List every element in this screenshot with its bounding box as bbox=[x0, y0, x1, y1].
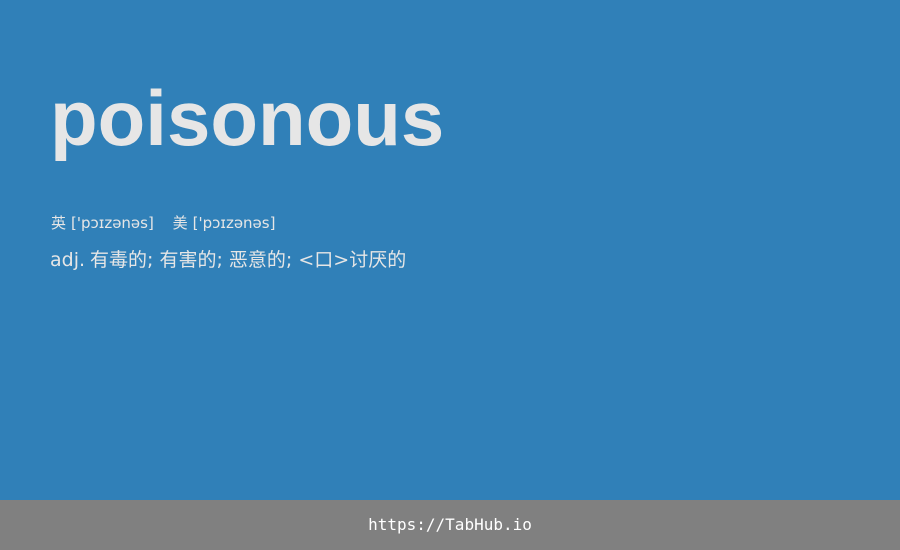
part-of-speech: adj. bbox=[50, 249, 86, 271]
main-panel: poisonous 英 ['pɔɪzənəs] 美 ['pɔɪzənəs] adj.… bbox=[0, 0, 900, 500]
phonetic-uk-ipa: ['pɔɪzənəs] bbox=[71, 214, 154, 232]
phonetic-us-ipa: ['pɔɪzənəs] bbox=[192, 214, 276, 232]
definition-meaning: 有毒的; 有害的; 恶意的; <口>讨厌的 bbox=[90, 249, 407, 271]
phonetic-uk-region: 英 bbox=[51, 214, 67, 232]
phonetic-uk: 英 ['pɔɪzənəs] bbox=[51, 212, 154, 234]
phonetic-us-region: 美 bbox=[172, 214, 188, 232]
headword: poisonous bbox=[50, 74, 445, 162]
definition-line: adj. 有毒的; 有害的; 恶意的; <口>讨厌的 bbox=[50, 247, 406, 273]
tabhub-link[interactable]: https://TabHub.io bbox=[368, 500, 532, 550]
phonetics-row: 英 ['pɔɪzənəs] 美 ['pɔɪzənəs] bbox=[51, 212, 275, 234]
phonetic-us: 美 ['pɔɪzənəs] bbox=[173, 212, 276, 234]
footer-bar: https://TabHub.io bbox=[0, 500, 900, 550]
